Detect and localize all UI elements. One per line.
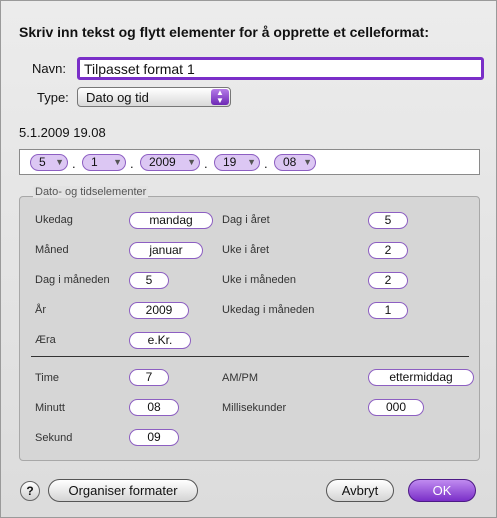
hour-element[interactable]: 7 bbox=[129, 369, 169, 386]
weekday-in-month-label: Ukedag i måneden bbox=[222, 304, 315, 316]
token-separator: . bbox=[264, 156, 268, 171]
chevron-down-icon: ▼ bbox=[303, 157, 312, 167]
milliseconds-label: Millisekunder bbox=[222, 402, 287, 414]
era-element[interactable]: e.Kr. bbox=[129, 332, 191, 349]
type-popup[interactable]: Dato og tid ▲ ▼ bbox=[77, 87, 231, 107]
chevron-down-icon: ▼ bbox=[55, 157, 64, 167]
year-label: År bbox=[35, 304, 46, 316]
chevron-down-icon: ▼ bbox=[113, 157, 122, 167]
month-element[interactable]: januar bbox=[129, 242, 203, 259]
popup-arrows-icon: ▲ ▼ bbox=[211, 89, 229, 105]
day-of-year-element[interactable]: 5 bbox=[368, 212, 408, 229]
elements-divider bbox=[31, 356, 469, 357]
name-input[interactable] bbox=[77, 57, 484, 80]
token-separator: . bbox=[130, 156, 134, 171]
weekday-in-month-element[interactable]: 1 bbox=[368, 302, 408, 319]
am-pm-element[interactable]: ettermiddag bbox=[368, 369, 474, 386]
year-element[interactable]: 2009 bbox=[129, 302, 189, 319]
cancel-button[interactable]: Avbryt bbox=[326, 479, 394, 502]
month-label: Måned bbox=[35, 244, 69, 256]
token-hour[interactable]: 19 ▼ bbox=[214, 154, 260, 171]
day-of-year-label: Dag i året bbox=[222, 214, 270, 226]
second-element[interactable]: 09 bbox=[129, 429, 179, 446]
token-month[interactable]: 1 ▼ bbox=[82, 154, 126, 171]
format-preview: 5.1.2009 19.08 bbox=[19, 125, 106, 140]
milliseconds-element[interactable]: 000 bbox=[368, 399, 424, 416]
week-of-year-label: Uke i året bbox=[222, 244, 270, 256]
week-of-month-label: Uke i måneden bbox=[222, 274, 296, 286]
era-label: Æra bbox=[35, 334, 56, 346]
day-of-month-element[interactable]: 5 bbox=[129, 272, 169, 289]
token-minute[interactable]: 08 ▼ bbox=[274, 154, 316, 171]
ok-button[interactable]: OK bbox=[408, 479, 476, 502]
type-label: Type: bbox=[37, 90, 69, 105]
weekday-element[interactable]: mandag bbox=[129, 212, 213, 229]
custom-format-dialog: Skriv inn tekst og flytt elementer for å… bbox=[0, 0, 497, 518]
am-pm-label: AM/PM bbox=[222, 372, 259, 384]
organize-formats-button[interactable]: Organiser formater bbox=[48, 479, 198, 502]
token-separator: . bbox=[72, 156, 76, 171]
type-popup-value: Dato og tid bbox=[86, 90, 149, 105]
token-year[interactable]: 2009 ▼ bbox=[140, 154, 200, 171]
dialog-instruction: Skriv inn tekst og flytt elementer for å… bbox=[19, 24, 429, 40]
day-of-month-label: Dag i måneden bbox=[35, 274, 110, 286]
token-separator: . bbox=[204, 156, 208, 171]
second-label: Sekund bbox=[35, 432, 73, 444]
minute-label: Minutt bbox=[35, 402, 65, 414]
token-day[interactable]: 5 ▼ bbox=[30, 154, 68, 171]
date-time-elements-title: Dato- og tidselementer bbox=[33, 186, 149, 198]
chevron-down-icon: ▼ bbox=[247, 157, 256, 167]
week-of-year-element[interactable]: 2 bbox=[368, 242, 408, 259]
weekday-label: Ukedag bbox=[35, 214, 73, 226]
format-token-field[interactable]: 5 ▼ . 1 ▼ . 2009 ▼ . 19 ▼ . 08 ▼ bbox=[19, 149, 480, 175]
name-label: Navn: bbox=[32, 61, 66, 76]
hour-label: Time bbox=[35, 372, 60, 384]
date-time-elements-box bbox=[19, 196, 480, 461]
minute-element[interactable]: 08 bbox=[129, 399, 179, 416]
chevron-down-icon: ▼ bbox=[187, 157, 196, 167]
week-of-month-element[interactable]: 2 bbox=[368, 272, 408, 289]
help-icon[interactable]: ? bbox=[20, 481, 40, 501]
